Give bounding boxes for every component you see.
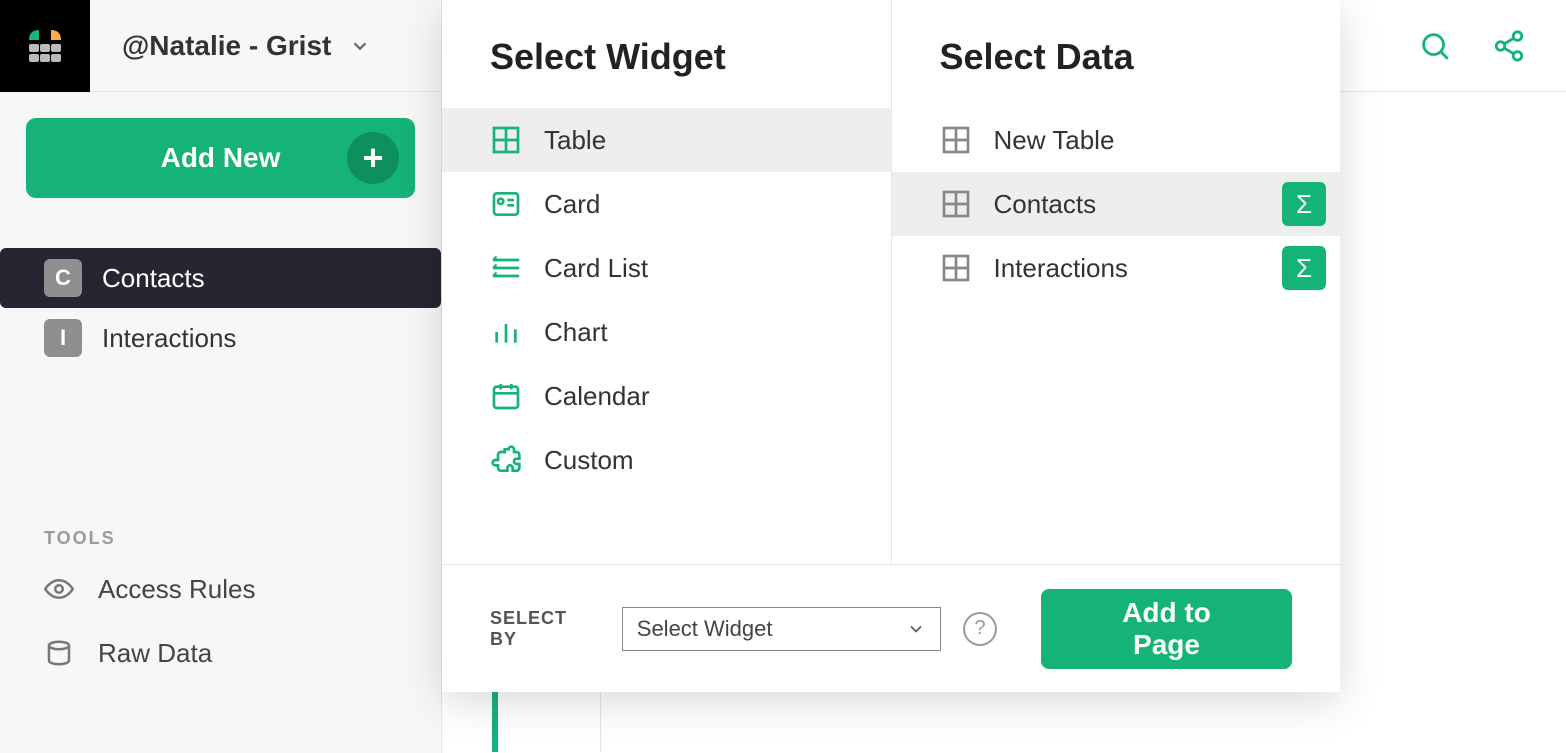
- page-label: Interactions: [102, 323, 236, 354]
- widget-option-table[interactable]: Table: [442, 108, 891, 172]
- widget-option-cardlist[interactable]: Card List: [442, 236, 891, 300]
- page-item-interactions[interactable]: I Interactions: [0, 308, 441, 368]
- sigma-icon[interactable]: Σ: [1282, 182, 1326, 226]
- data-option-contacts[interactable]: Contacts Σ: [892, 172, 1341, 236]
- chevron-down-icon: [349, 35, 371, 57]
- chevron-down-icon: [906, 619, 926, 639]
- data-option-new-table[interactable]: New Table: [892, 108, 1341, 172]
- select-by-label: SELECT BY: [490, 608, 600, 650]
- tool-raw-data[interactable]: Raw Data: [0, 621, 441, 685]
- eye-icon: [44, 574, 74, 604]
- data-option-label: Contacts: [994, 189, 1097, 220]
- share-icon[interactable]: [1492, 29, 1526, 63]
- cylinder-icon: [44, 638, 74, 668]
- add-new-label: Add New: [161, 142, 281, 174]
- widget-option-calendar[interactable]: Calendar: [442, 364, 891, 428]
- view-divider: [600, 692, 601, 752]
- calendar-icon: [490, 380, 522, 412]
- main-area: Select Widget Table Card Card List: [442, 0, 1566, 753]
- plus-icon: +: [347, 132, 399, 184]
- widget-option-label: Chart: [544, 317, 608, 348]
- grist-logo-icon: [21, 22, 69, 70]
- document-name-dropdown[interactable]: @Natalie - Grist: [90, 30, 441, 62]
- select-data-column: Select Data New Table Contacts Σ Interac…: [892, 0, 1341, 564]
- table-icon: [940, 124, 972, 156]
- table-icon: [940, 188, 972, 220]
- data-option-label: New Table: [994, 125, 1115, 156]
- data-option-label: Interactions: [994, 253, 1128, 284]
- document-name: @Natalie - Grist: [122, 30, 331, 62]
- select-data-header: Select Data: [940, 36, 1341, 78]
- add-widget-modal: Select Widget Table Card Card List: [442, 0, 1340, 692]
- table-icon: [490, 124, 522, 156]
- page-initial: I: [44, 319, 82, 357]
- add-to-page-label: Add to Page: [1122, 597, 1211, 660]
- tool-label: Access Rules: [98, 574, 256, 605]
- help-icon[interactable]: ?: [963, 612, 997, 646]
- pages-nav: C Contacts I Interactions: [0, 248, 441, 368]
- widget-option-label: Calendar: [544, 381, 650, 412]
- widget-option-label: Card List: [544, 253, 648, 284]
- sigma-icon[interactable]: Σ: [1282, 246, 1326, 290]
- widget-option-card[interactable]: Card: [442, 172, 891, 236]
- page-item-contacts[interactable]: C Contacts: [0, 248, 441, 308]
- cardlist-icon: [490, 252, 522, 284]
- card-icon: [490, 188, 522, 220]
- sidebar-header: @Natalie - Grist: [0, 0, 441, 92]
- table-icon: [940, 252, 972, 284]
- select-widget-header: Select Widget: [490, 36, 891, 78]
- select-by-value: Select Widget: [637, 616, 773, 642]
- chart-icon: [490, 316, 522, 348]
- page-initial: C: [44, 259, 82, 297]
- select-by-dropdown[interactable]: Select Widget: [622, 607, 941, 651]
- search-icon[interactable]: [1418, 29, 1452, 63]
- widget-option-label: Custom: [544, 445, 634, 476]
- page-label: Contacts: [102, 263, 205, 294]
- puzzle-icon: [490, 444, 522, 476]
- app-logo[interactable]: [0, 0, 90, 92]
- add-to-page-button[interactable]: Add to Page: [1041, 589, 1292, 669]
- view-cursor: [492, 692, 498, 752]
- widget-option-label: Card: [544, 189, 600, 220]
- tool-access-rules[interactable]: Access Rules: [0, 557, 441, 621]
- widget-option-custom[interactable]: Custom: [442, 428, 891, 492]
- tool-label: Raw Data: [98, 638, 212, 669]
- widget-option-chart[interactable]: Chart: [442, 300, 891, 364]
- widget-option-label: Table: [544, 125, 606, 156]
- add-new-button[interactable]: Add New +: [26, 118, 415, 198]
- select-widget-column: Select Widget Table Card Card List: [442, 0, 892, 564]
- data-option-interactions[interactable]: Interactions Σ: [892, 236, 1341, 300]
- tools-header: TOOLS: [44, 528, 441, 549]
- modal-footer: SELECT BY Select Widget ? Add to Page: [442, 564, 1340, 692]
- sidebar: @Natalie - Grist Add New + C Contacts I …: [0, 0, 442, 753]
